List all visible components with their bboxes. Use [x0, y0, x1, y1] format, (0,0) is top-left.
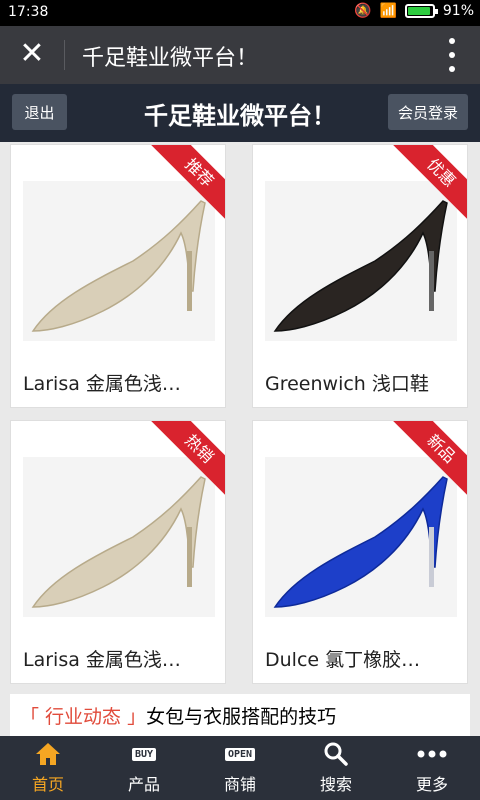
open-sign-icon: OPEN: [224, 741, 256, 767]
more-icon: [417, 741, 447, 767]
home-icon: [34, 741, 62, 767]
product-card[interactable]: 热销 Larisa 金属色浅…: [10, 420, 226, 684]
product-image: [23, 181, 215, 341]
tab-label: 更多: [415, 775, 448, 794]
tab-label: 首页: [31, 775, 64, 794]
product-name: Larisa 金属色浅…: [23, 373, 181, 395]
bracket-open: 「: [20, 706, 46, 728]
tab-products[interactable]: BUY 产品: [96, 736, 192, 800]
product-card[interactable]: 优惠 Greenwich 浅口鞋: [252, 144, 468, 408]
product-name: Greenwich 浅口鞋: [265, 373, 429, 395]
mute-icon: 🔕: [354, 3, 372, 19]
tab-label: 产品: [127, 775, 160, 794]
tab-home[interactable]: 首页: [0, 736, 96, 800]
close-icon[interactable]: ✕: [16, 38, 48, 70]
product-name: Dulce 氯丁橡胶…: [265, 649, 421, 671]
tab-shop[interactable]: OPEN 商铺: [192, 736, 288, 800]
product-name: Larisa 金属色浅…: [23, 649, 181, 671]
product-card[interactable]: 推荐 Larisa 金属色浅…: [10, 144, 226, 408]
battery-percent: 91%: [442, 3, 474, 19]
app-header: 退出 千足鞋业微平台！ 会员登录: [0, 84, 480, 142]
news-item[interactable]: 「 行业动态 」女包与衣服搭配的技巧: [10, 694, 470, 740]
search-icon: [323, 741, 349, 767]
news-title: 女包与衣服搭配的技巧: [146, 706, 337, 728]
status-icons: 🔕 📶 91%: [354, 3, 474, 19]
news-tag: 行业动态: [45, 706, 122, 728]
status-bar: 17:38 🔕 📶 91%: [0, 0, 480, 26]
battery-icon: [404, 4, 438, 18]
buy-icon: BUY: [131, 741, 157, 767]
product-image: [265, 457, 457, 617]
member-login-button[interactable]: 会员登录: [388, 94, 468, 130]
wifi-icon: 📶: [379, 3, 397, 19]
product-image: [23, 457, 215, 617]
tab-label: 搜索: [319, 775, 352, 794]
bottom-tab-bar: 首页 BUY 产品 OPEN 商铺 搜索 更多: [0, 736, 480, 800]
logout-button[interactable]: 退出: [12, 94, 67, 130]
divider: [64, 40, 65, 70]
wechat-title-bar: ✕ 千足鞋业微平台！: [0, 26, 480, 84]
status-time: 17:38: [8, 4, 49, 20]
bracket-close: 」: [121, 706, 147, 728]
tab-more[interactable]: 更多: [384, 736, 480, 800]
product-card[interactable]: 新品 Dulce 氯丁橡胶…: [252, 420, 468, 684]
wechat-title: 千足鞋业微平台！: [82, 46, 259, 71]
product-image: [265, 181, 457, 341]
tab-label: 商铺: [223, 775, 256, 794]
tab-search[interactable]: 搜索: [288, 736, 384, 800]
more-menu-icon[interactable]: [448, 38, 456, 72]
